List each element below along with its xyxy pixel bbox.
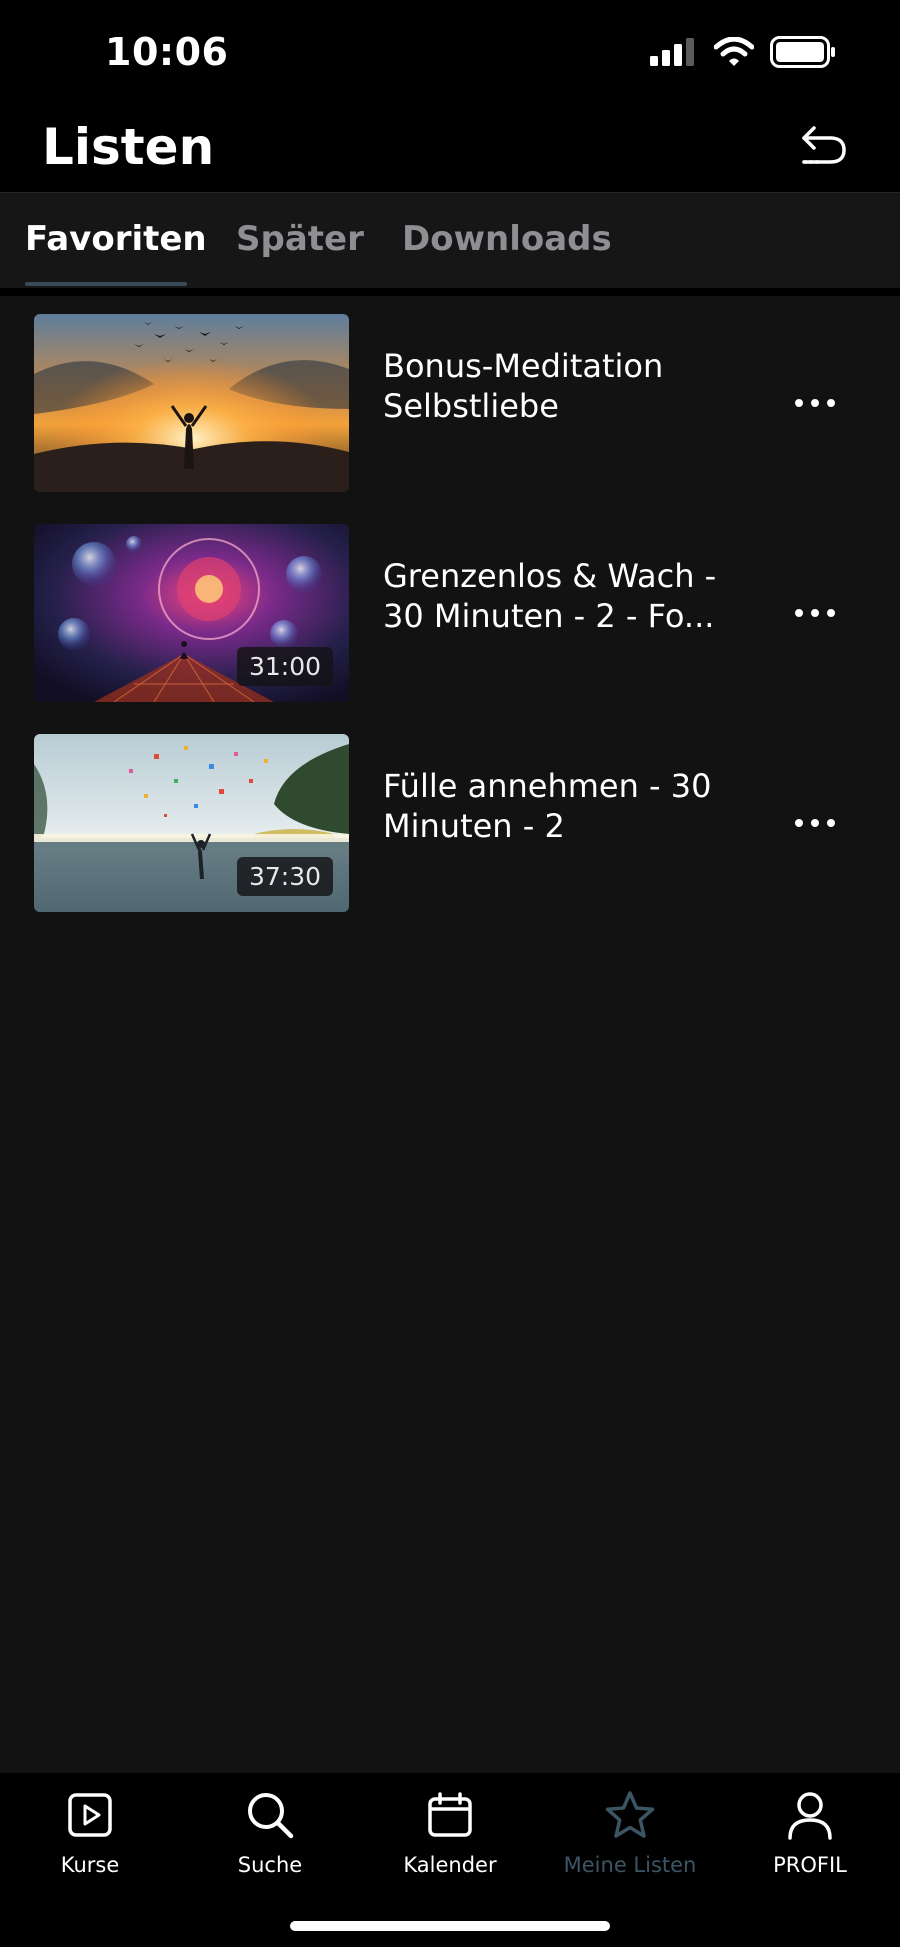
dot <box>827 399 835 407</box>
duration-badge: 37:30 <box>236 857 333 896</box>
tab-downloads[interactable]: Downloads <box>402 219 612 259</box>
nav-label: Suche <box>237 1853 303 1877</box>
nav-item-kalender[interactable]: Kalender <box>360 1789 540 1899</box>
tab-bar-divider <box>0 288 900 296</box>
list-item[interactable]: 31:00 Grenzenlos & Wach - 30 Minuten - 2… <box>0 506 900 702</box>
calendar-icon <box>424 1789 476 1841</box>
back-button[interactable] <box>796 118 852 174</box>
nav-item-meine-listen[interactable]: Meine Listen <box>540 1789 720 1899</box>
tab-favoriten[interactable]: Favoriten <box>25 219 207 259</box>
home-indicator <box>290 1921 610 1931</box>
more-options-button[interactable] <box>785 588 845 638</box>
item-title: Fülle annehmen - 30 Minuten - 2 <box>383 767 712 845</box>
play-square-icon <box>64 1789 116 1841</box>
more-options-button[interactable] <box>785 798 845 848</box>
item-title: Bonus-Meditation Selbstliebe <box>383 347 664 425</box>
thumbnail-image: 31:00 <box>34 524 349 702</box>
dot <box>795 399 803 407</box>
user-icon <box>784 1789 836 1841</box>
status-bar: 10:06 <box>0 0 900 110</box>
thumbnail-image: 37:30 <box>34 734 349 912</box>
undo-arrow-icon <box>800 122 848 171</box>
search-icon <box>244 1789 296 1841</box>
lists-screen: 10:06 Listen Favoriten Später Downloads … <box>0 0 900 1947</box>
battery-icon <box>770 36 836 73</box>
active-tab-indicator <box>25 282 187 286</box>
nav-label: Meine Listen <box>563 1853 697 1877</box>
tab-spaeter[interactable]: Später <box>236 219 364 259</box>
dot <box>827 819 835 827</box>
wifi-icon <box>713 36 755 72</box>
nav-item-suche[interactable]: Suche <box>180 1789 360 1899</box>
nav-item-profil[interactable]: PROFIL <box>720 1789 900 1899</box>
dot <box>795 609 803 617</box>
item-title: Grenzenlos & Wach - 30 Minuten - 2 - Fo.… <box>383 557 717 635</box>
status-icons <box>650 36 836 73</box>
nav-label: Kalender <box>403 1853 497 1877</box>
status-time: 10:06 <box>105 30 229 74</box>
list-item[interactable]: Bonus-Meditation Selbstliebe <box>0 296 900 492</box>
nav-item-kurse[interactable]: Kurse <box>0 1789 180 1899</box>
dot <box>811 399 819 407</box>
dot <box>811 609 819 617</box>
page-title: Listen <box>42 118 215 176</box>
tab-bar: Favoriten Später Downloads <box>0 192 900 288</box>
dot <box>827 609 835 617</box>
nav-label: PROFIL <box>773 1853 847 1877</box>
more-options-button[interactable] <box>785 378 845 428</box>
dot <box>811 819 819 827</box>
nav-label: Kurse <box>60 1853 120 1877</box>
dot <box>795 819 803 827</box>
cellular-signal-icon <box>650 38 698 71</box>
thumbnail-image <box>34 314 349 492</box>
header: Listen <box>0 110 900 192</box>
bottom-navigation: Kurse Suche Kalender Meine Listen PROFIL <box>0 1773 900 1947</box>
star-icon <box>604 1789 656 1841</box>
list-item[interactable]: 37:30 Fülle annehmen - 30 Minuten - 2 <box>0 716 900 912</box>
duration-badge: 31:00 <box>236 647 333 686</box>
